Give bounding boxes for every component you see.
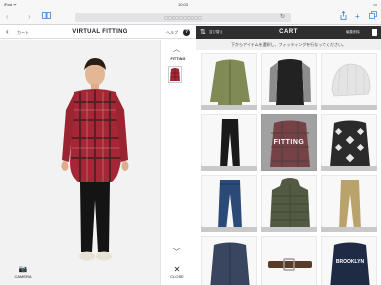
item-image	[261, 53, 317, 110]
item-image	[261, 236, 317, 285]
cart-item-black-jacket[interactable]	[261, 53, 317, 110]
cart-item-khaki-chinos[interactable]	[321, 175, 377, 232]
camera-label: CAMERA	[14, 274, 32, 279]
cart-grid: FITTING BROOKLYN	[196, 50, 381, 285]
instruction-text: 下からアイテムを選択し、フィッティングを行なってください。	[196, 39, 381, 50]
close-button[interactable]: ✕ CLOSE	[166, 265, 188, 280]
item-image	[201, 114, 257, 171]
reload-icon[interactable]: ↻	[280, 13, 285, 22]
cart-item-navy-shirt[interactable]	[201, 236, 257, 285]
help-label[interactable]: ヘルプ	[166, 30, 178, 36]
item-caption	[201, 166, 257, 171]
help-icon[interactable]: ?	[183, 29, 190, 36]
cart-item-black-pants[interactable]	[201, 114, 257, 171]
cart-item-patterned-cardigan[interactable]	[321, 114, 377, 171]
item-image	[201, 236, 257, 285]
trash-icon[interactable]	[372, 29, 377, 36]
close-icon: ✕	[173, 265, 181, 274]
item-caption	[321, 227, 377, 232]
item-caption	[321, 105, 377, 110]
cart-item-red-check-shirt[interactable]: FITTING	[261, 114, 317, 171]
battery-icon: ▭	[373, 2, 377, 7]
tabs-icon[interactable]	[369, 11, 377, 19]
cart-title: CART	[279, 29, 298, 35]
model-figure	[61, 58, 129, 261]
fitting-stage	[0, 40, 160, 285]
status-bar: iPad ᯤ 10:03 ▭	[0, 0, 381, 9]
edit-delete-label[interactable]: 編集削除	[346, 30, 360, 35]
item-caption	[201, 227, 257, 232]
item-caption	[201, 105, 257, 110]
cart-item-quilted-jacket[interactable]	[261, 175, 317, 232]
sweatshirt-print: BROOKLYN	[335, 259, 365, 265]
sort-icon[interactable]: ⇅	[200, 28, 206, 36]
cart-item-olive-jacket[interactable]	[201, 53, 257, 110]
back-icon[interactable]: ‹	[6, 27, 9, 36]
address-bar[interactable]: ▢▢▢▢▢▢▢▢▢▢ ↻	[75, 13, 291, 22]
chevron-right-icon[interactable]: ›	[28, 12, 31, 22]
cart-item-beanie[interactable]	[321, 53, 377, 110]
book-icon[interactable]	[42, 12, 51, 19]
fitting-label: FITTING	[170, 57, 186, 61]
clock: 10:03	[178, 2, 189, 7]
share-icon[interactable]	[340, 11, 347, 20]
chevron-left-icon[interactable]: ‹	[6, 12, 9, 22]
item-image	[201, 53, 257, 110]
item-caption	[261, 227, 317, 232]
cart-item-denim-jeans[interactable]	[201, 175, 257, 232]
fitting-header: ‹ カート VIRTUAL FITTING ヘルプ ?	[0, 26, 196, 39]
chevron-up-icon[interactable]: ︿	[173, 44, 180, 54]
item-caption	[261, 105, 317, 110]
fitting-overlay: FITTING	[261, 114, 317, 171]
item-image	[201, 175, 257, 232]
camera-button[interactable]: 📷 CAMERA	[12, 266, 34, 279]
item-image	[321, 175, 377, 232]
back-to-cart-link[interactable]: カート	[17, 30, 29, 36]
close-label: CLOSE	[170, 274, 184, 279]
item-image	[321, 53, 377, 110]
camera-icon: 📷	[18, 266, 28, 273]
page-title: VIRTUAL FITTING	[72, 29, 128, 35]
cart-header: ⇅ 並び替え CART 編集削除	[196, 26, 381, 39]
cart-item-belt[interactable]	[261, 236, 317, 285]
device-label: iPad ᯤ	[4, 2, 17, 7]
fitting-thumbnail[interactable]	[168, 66, 182, 83]
sort-label[interactable]: 並び替え	[209, 30, 223, 35]
item-image	[261, 175, 317, 232]
browser-toolbar: ‹ › ▢▢▢▢▢▢▢▢▢▢ ↻ +	[0, 9, 381, 25]
chevron-down-icon[interactable]: ﹀	[173, 247, 180, 257]
item-image: BROOKLYN	[321, 236, 377, 285]
item-caption	[321, 166, 377, 171]
item-image	[321, 114, 377, 171]
url-text: ▢▢▢▢▢▢▢▢▢▢	[164, 15, 202, 20]
add-icon[interactable]: +	[355, 11, 360, 22]
cart-item-brooklyn-sweatshirt[interactable]: BROOKLYN	[321, 236, 377, 285]
